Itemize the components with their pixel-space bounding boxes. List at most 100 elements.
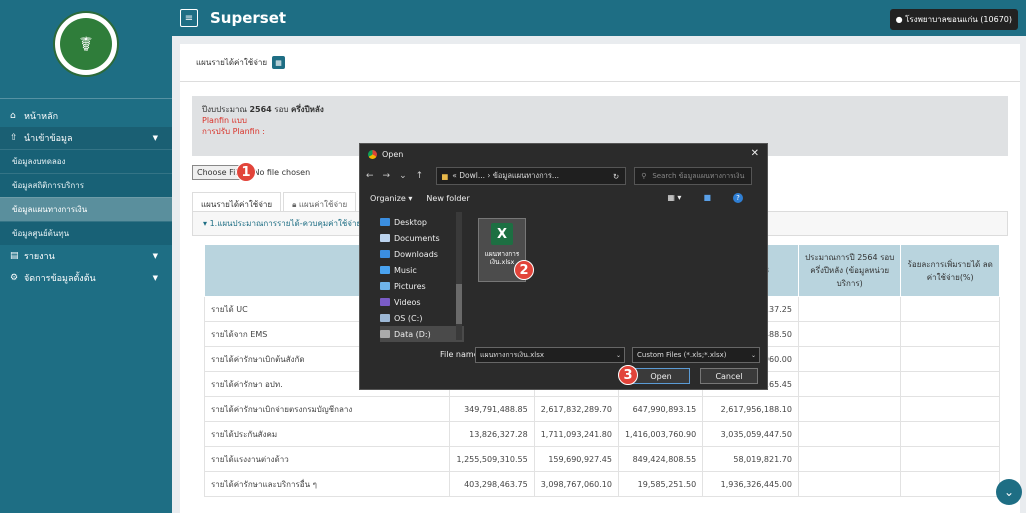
sidebar-sub-service-stats[interactable]: ข้อมูลสถิติการบริการ <box>0 173 172 197</box>
ministry-logo[interactable]: ☤ <box>53 11 119 77</box>
cell: 2,617,832,289.70 <box>533 396 619 422</box>
hospital-name: โรงพยาบาลขอนแก่น (10670) <box>905 15 1012 24</box>
excel-export-icon[interactable]: ▦ <box>272 56 286 69</box>
chevron-down-icon[interactable]: ⌄ <box>399 171 407 181</box>
dialog-body: Desktop Documents Downloads Music Pictur… <box>360 212 767 342</box>
filetype-select[interactable]: Custom Files (*.xls;*.xlsx) ⌄ <box>632 347 760 363</box>
sidebar-sub-trial-balance[interactable]: ข้อมูลงบทดลอง <box>0 149 172 173</box>
chevron-down-icon[interactable]: ⌄ <box>616 352 621 359</box>
address-bar[interactable]: ■ « Dowl... › ข้อมูลแผนทางการ... ↻ <box>436 167 627 185</box>
sidebar-item-settings[interactable]: ⚙ จัดการข้อมูลตั้งต้น ▼ <box>0 267 172 289</box>
sidebar-item-reports[interactable]: ▤ รายงาน ▼ <box>0 245 172 267</box>
scroll-down-button[interactable]: ⌄ <box>996 479 1022 505</box>
sidebar-sub-financial-plan[interactable]: ข้อมูลแผนทางการเงิน <box>0 197 172 221</box>
fiscal-year-value: 2564 <box>249 105 272 114</box>
close-icon[interactable]: ✕ <box>751 148 759 159</box>
dialog-titlebar[interactable]: Open ✕ <box>360 144 767 164</box>
cell: 1,936,326,445.00 <box>702 471 799 497</box>
forward-arrow-icon[interactable]: → <box>383 171 391 181</box>
tree-item-pictures[interactable]: Pictures <box>380 278 464 294</box>
input-cell[interactable] <box>797 346 902 372</box>
folder-icon: ■ <box>441 171 449 181</box>
search-input[interactable]: ⚲ Search ข้อมูลแผนทางการเงิน <box>634 167 753 185</box>
cell: 1,416,003,760.90 <box>617 421 704 447</box>
input-cell[interactable] <box>797 446 902 472</box>
chevron-down-icon: ▼ <box>152 252 158 260</box>
dialog-toolbar: Organize ▾ New folder ▦ ▾ ■ ? <box>360 188 767 208</box>
music-icon <box>380 266 390 274</box>
up-arrow-icon[interactable]: ↑ <box>416 171 424 181</box>
menu-toggle-button[interactable]: ≡ <box>180 9 198 27</box>
sidebar-sub-cost-center[interactable]: ข้อมูลศูนย์ต้นทุน <box>0 221 172 245</box>
tab-label: แผนค่าใช้จ่าย <box>298 200 348 209</box>
column-header: ประมาณการปี 2564 รอบครึ่งปีหลัง (ข้อมูลห… <box>797 244 902 297</box>
step-badge-3: 3 <box>618 365 638 385</box>
brand-title: Superset <box>210 9 287 27</box>
percent-cell <box>900 396 1000 422</box>
hospital-badge[interactable]: ● โรงพยาบาลขอนแก่น (10670) <box>889 9 1018 30</box>
excel-file-icon: X <box>491 223 513 245</box>
tree-item-desktop[interactable]: Desktop <box>380 214 464 230</box>
cancel-button[interactable]: Cancel <box>700 368 758 384</box>
cell: 159,690,927.45 <box>533 446 619 472</box>
cell: 3,098,767,060.10 <box>533 471 619 497</box>
open-button[interactable]: Open <box>632 368 690 384</box>
back-arrow-icon[interactable]: ← <box>366 171 374 181</box>
tree-label: Pictures <box>394 281 426 291</box>
videos-icon <box>380 298 390 306</box>
download-icon <box>380 250 390 258</box>
gear-icon: ⚙ <box>10 273 19 283</box>
sidebar-item-home[interactable]: ⌂ หน้าหลัก <box>0 105 172 127</box>
help-icon[interactable]: ? <box>733 193 743 203</box>
upload-icon: ⇧ <box>10 133 18 143</box>
tree-item-os-c[interactable]: OS (C:) <box>380 310 464 326</box>
cell: 58,019,821.70 <box>702 446 799 472</box>
input-cell[interactable] <box>797 296 902 322</box>
tree-item-downloads[interactable]: Downloads <box>380 246 464 262</box>
cell: 403,298,463.75 <box>449 471 535 497</box>
view-options-icon[interactable]: ▦ ▾ <box>667 193 681 203</box>
dialog-nav-bar: ← → ⌄ ↑ ■ « Dowl... › ข้อมูลแผนทางการ...… <box>360 164 767 188</box>
cell: 349,791,488.85 <box>449 396 535 422</box>
tree-item-music[interactable]: Music <box>380 262 464 278</box>
cell: 2,617,956,188.10 <box>702 396 799 422</box>
scrollbar-thumb[interactable] <box>456 284 462 324</box>
tree-label: Documents <box>394 233 440 243</box>
sidebar-item-label: นำเข้าข้อมูล <box>24 134 73 144</box>
input-cell[interactable] <box>797 396 902 422</box>
input-cell[interactable] <box>797 471 902 497</box>
tree-label: Desktop <box>394 217 427 227</box>
new-folder-button[interactable]: New folder <box>426 194 469 203</box>
card-header: แผนรายได้ค่าใช้จ่าย ▦ <box>180 44 1020 82</box>
fiscal-year-line: ปีงบประมาณ 2564 รอบ ครึ่งปีหลัง <box>202 104 998 115</box>
page-title: แผนรายได้ค่าใช้จ่าย <box>196 58 268 67</box>
filename-value: แผนทางการเงิน.xlsx <box>480 350 544 359</box>
filename-input[interactable]: แผนทางการเงิน.xlsx ⌄ <box>475 347 625 363</box>
chevron-down-icon[interactable]: ⌄ <box>751 352 756 359</box>
sidebar-item-label: หน้าหลัก <box>24 112 59 122</box>
percent-cell <box>900 321 1000 347</box>
pictures-icon <box>380 282 390 290</box>
table-row: รายได้ประกันสังคม 13,826,327.28 1,711,093,… <box>203 421 1000 447</box>
percent-cell <box>900 346 1000 372</box>
search-placeholder: Search ข้อมูลแผนทางการเงิน <box>652 171 745 180</box>
tree-scrollbar[interactable] <box>456 212 462 340</box>
tree-label: Videos <box>394 297 421 307</box>
row-label: รายได้ค่ารักษาเบิกจ่ายตรงกรมบัญชีกลาง <box>203 396 451 422</box>
preview-pane-icon[interactable]: ■ <box>703 193 711 203</box>
input-cell[interactable] <box>797 371 902 397</box>
dialog-footer: File name: แผนทางการเงิน.xlsx ⌄ Custom F… <box>360 342 767 389</box>
tree-item-documents[interactable]: Documents <box>380 230 464 246</box>
table-row: รายได้แรงงานต่างด้าว 1,255,509,310.55 159,… <box>203 446 1000 472</box>
tree-item-videos[interactable]: Videos <box>380 294 464 310</box>
sidebar-divider <box>0 98 172 99</box>
tree-label: Downloads <box>394 249 438 259</box>
sidebar-item-label: รายงาน <box>24 252 55 262</box>
refresh-icon[interactable]: ↻ <box>613 172 619 181</box>
organize-button[interactable]: Organize ▾ <box>370 194 412 203</box>
input-cell[interactable] <box>797 421 902 447</box>
sidebar-item-import[interactable]: ⇧ นำเข้าข้อมูล ▼ <box>0 127 172 149</box>
documents-icon <box>380 234 390 242</box>
tree-item-data-d[interactable]: Data (D:) <box>380 326 464 342</box>
input-cell[interactable] <box>797 321 902 347</box>
